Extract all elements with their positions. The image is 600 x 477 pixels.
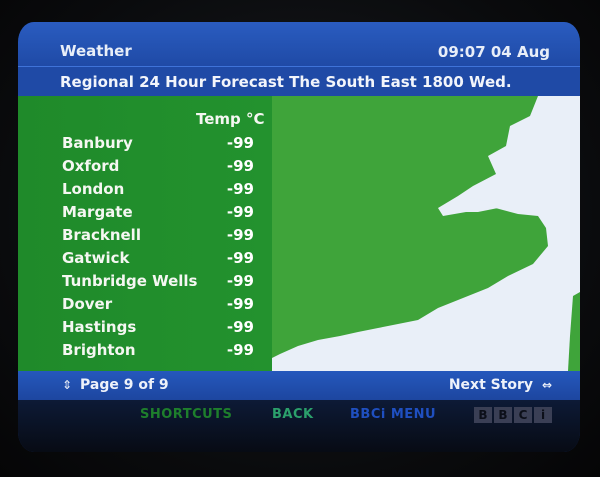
right-left-arrows-icon: ⇔ [541, 378, 552, 392]
bbci-logo: B B C i [474, 407, 552, 423]
city-name: Gatwick [62, 249, 130, 267]
temperature-value: -99 [226, 226, 254, 244]
forecast-row: Oxford -99 [18, 157, 272, 180]
next-story-label: Next Story [448, 377, 534, 393]
tv-screen: Weather 09:07 04 Aug Regional 24 Hour Fo… [18, 22, 580, 452]
temperature-value: -99 [226, 295, 254, 313]
city-name: Bracknell [62, 226, 141, 244]
page-nav-control[interactable]: ⇕ Page 9 of 9 [62, 377, 182, 395]
temperature-value: -99 [226, 249, 254, 267]
city-name: Banbury [62, 134, 133, 152]
header-bar: Weather 09:07 04 Aug [18, 22, 580, 66]
forecast-row: Hastings -99 [18, 318, 272, 341]
forecast-panel: Temp °C Banbury -99 Oxford -99 London -9… [18, 96, 272, 371]
city-name: London [62, 180, 125, 198]
temperature-value: -99 [226, 180, 254, 198]
city-name: Hastings [62, 318, 137, 336]
logo-letter: C [514, 407, 532, 423]
temperature-value: -99 [226, 272, 254, 290]
city-name: Dover [62, 295, 113, 313]
shortcuts-button[interactable]: SHORTCUTS [140, 407, 232, 422]
city-name: Tunbridge Wells [62, 272, 198, 290]
forecast-row: Bracknell -99 [18, 226, 272, 249]
logo-letter: B [474, 407, 492, 423]
city-name: Brighton [62, 341, 136, 359]
forecast-subtitle: Regional 24 Hour Forecast The South East… [60, 73, 512, 91]
temp-column-header: Temp °C [196, 110, 265, 128]
city-name: Oxford [62, 157, 120, 175]
back-button[interactable]: BACK [272, 407, 314, 422]
bbci-menu-button[interactable]: BBCi MENU [350, 407, 436, 422]
forecast-row: Dover -99 [18, 295, 272, 318]
page-navigation-bar: ⇕ Page 9 of 9 Next Story ⇔ [18, 371, 580, 400]
forecast-row: Tunbridge Wells -99 [18, 272, 272, 295]
clock: 09:07 04 Aug [437, 43, 550, 61]
logo-letter: i [534, 407, 552, 423]
next-story-button[interactable]: Next Story ⇔ [449, 377, 552, 393]
temperature-value: -99 [226, 203, 254, 221]
temperature-value: -99 [226, 157, 254, 175]
subtitle-bar: Regional 24 Hour Forecast The South East… [18, 66, 580, 97]
logo-letter: B [494, 407, 512, 423]
forecast-row: Banbury -99 [18, 134, 272, 157]
city-name: Margate [62, 203, 133, 221]
forecast-row: Brighton -99 [18, 341, 272, 364]
service-title: Weather [60, 42, 132, 60]
remote-menu-bar: SHORTCUTS BACK BBCi MENU B B C i [18, 400, 580, 452]
forecast-row: London -99 [18, 180, 272, 203]
forecast-row: Gatwick -99 [18, 249, 272, 272]
temperature-value: -99 [226, 134, 254, 152]
temperature-value: -99 [226, 341, 254, 359]
page-indicator: Page 9 of 9 [80, 377, 169, 393]
temperature-value: -99 [226, 318, 254, 336]
up-down-arrows-icon: ⇕ [62, 378, 73, 392]
forecast-row: Margate -99 [18, 203, 272, 226]
